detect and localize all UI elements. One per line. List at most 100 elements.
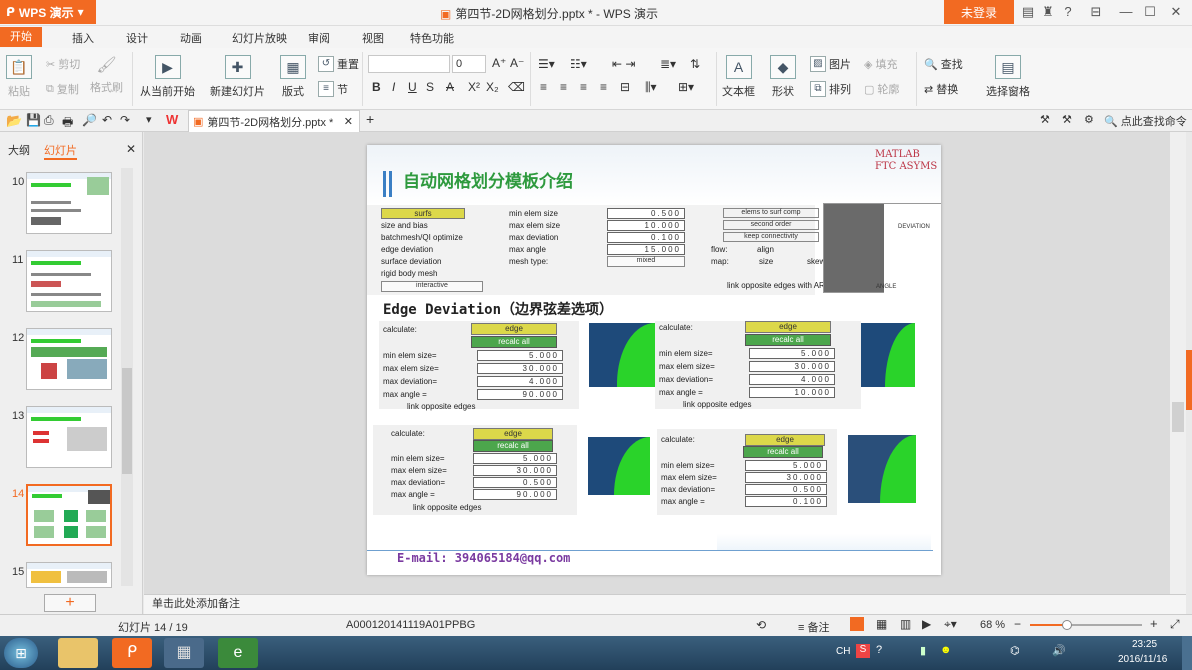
wps-menu-button[interactable]: ᑭ WPS 演示 ▾ bbox=[0, 0, 96, 24]
bold-icon[interactable]: B bbox=[372, 80, 381, 94]
notes-toggle[interactable]: ≡ 备注 bbox=[798, 619, 829, 635]
browser-icon[interactable]: e bbox=[218, 638, 258, 668]
close-icon[interactable]: ✕ bbox=[1168, 4, 1184, 20]
slide-thumbnail-14[interactable] bbox=[26, 484, 112, 546]
cut-button[interactable]: ✂ 剪切 bbox=[46, 56, 80, 72]
paste-button[interactable]: 📋 粘贴 bbox=[6, 55, 32, 99]
tab-slides[interactable]: 幻灯片 bbox=[44, 142, 77, 160]
scroll-thumb[interactable] bbox=[122, 368, 132, 474]
layout-button[interactable]: ▦ 版式 bbox=[280, 55, 306, 99]
close-panel-icon[interactable]: ✕ bbox=[126, 142, 136, 156]
maximize-icon[interactable]: ☐ bbox=[1142, 4, 1158, 20]
panel-scrollbar[interactable] bbox=[121, 168, 133, 586]
shrink-font-icon[interactable]: A⁻ bbox=[510, 56, 524, 70]
fit-window-icon[interactable]: ⤢ bbox=[1170, 617, 1180, 632]
textbox-button[interactable]: A 文本框 bbox=[722, 55, 755, 99]
reading-view-icon[interactable]: ▥ bbox=[900, 617, 911, 631]
sogou-icon[interactable]: S bbox=[856, 644, 870, 658]
hammer-icon[interactable]: ⚒ bbox=[1062, 113, 1072, 126]
tab-review[interactable]: 审阅 bbox=[308, 30, 330, 46]
save-icon[interactable]: 💾 bbox=[26, 113, 41, 127]
replace-button[interactable]: ⇄ 替换 bbox=[924, 81, 958, 97]
side-handle[interactable] bbox=[1186, 350, 1192, 410]
explorer-icon[interactable] bbox=[58, 638, 98, 668]
tool-icon[interactable]: ⚒ bbox=[1040, 113, 1050, 126]
tab-slideshow[interactable]: 幻灯片放映 bbox=[232, 30, 287, 46]
align-left-icon[interactable]: ≡ bbox=[540, 80, 547, 94]
superscript-icon[interactable]: X² bbox=[468, 80, 480, 94]
skin-icon[interactable]: ▤ bbox=[1020, 4, 1036, 20]
normal-view-icon[interactable] bbox=[850, 617, 864, 631]
command-search[interactable]: 🔍 点此查找命令 bbox=[1104, 113, 1187, 129]
redo-icon[interactable]: ↷ bbox=[120, 113, 130, 127]
zoom-out-icon[interactable]: − bbox=[1014, 617, 1021, 631]
input-language[interactable]: CH bbox=[836, 646, 850, 657]
align-text-icon[interactable]: ⊞▾ bbox=[678, 80, 694, 94]
arrange-button[interactable]: ⧉ 排列 bbox=[810, 81, 851, 97]
scroll-thumb[interactable] bbox=[1172, 402, 1184, 432]
from-current-button[interactable]: ▶ 从当前开始 bbox=[140, 55, 195, 99]
underline-icon[interactable]: U bbox=[408, 80, 417, 94]
slide-thumbnail-12[interactable] bbox=[26, 328, 112, 390]
picture-button[interactable]: ▨ 图片 bbox=[810, 56, 851, 72]
select-pane-button[interactable]: ▤ 选择窗格 bbox=[986, 55, 1030, 99]
customize-icon[interactable]: ▾ bbox=[146, 113, 152, 126]
add-slide-button[interactable]: + bbox=[44, 594, 96, 612]
wps-home-icon[interactable]: W bbox=[166, 112, 178, 127]
align-right-icon[interactable]: ≡ bbox=[580, 80, 587, 94]
tab-insert[interactable]: 插入 bbox=[72, 30, 94, 46]
format-painter-button[interactable]: 🖌 格式刷 bbox=[90, 55, 123, 95]
print-icon[interactable]: 🖶 bbox=[62, 113, 73, 134]
outline-button[interactable]: ▢ 轮廓 bbox=[864, 81, 899, 97]
grow-font-icon[interactable]: A⁺ bbox=[492, 56, 506, 70]
volume-icon[interactable]: 🔊 bbox=[1052, 644, 1066, 657]
current-slide[interactable]: 自动网格划分模板介绍 MATLAB FTC ASYMS surfs size a… bbox=[367, 145, 941, 575]
justify-icon[interactable]: ≡ bbox=[600, 80, 607, 94]
zoom-slider[interactable] bbox=[1030, 620, 1142, 630]
find-button[interactable]: 🔍 查找 bbox=[924, 56, 963, 72]
indent-icon[interactable]: ⇤ ⇥ bbox=[612, 57, 635, 71]
shirt-icon[interactable]: ♜ bbox=[1040, 4, 1056, 20]
location-icon[interactable]: ⌖▾ bbox=[944, 617, 957, 632]
fill-button[interactable]: ◈ 填充 bbox=[864, 56, 897, 72]
numbering-icon[interactable]: ☷▾ bbox=[570, 57, 587, 71]
slide-thumbnail-10[interactable] bbox=[26, 172, 112, 234]
tab-special[interactable]: 特色功能 bbox=[410, 30, 454, 46]
notes-area[interactable]: 单击此处添加备注 bbox=[144, 594, 1186, 614]
reset-button[interactable]: ↺ 重置 bbox=[318, 56, 359, 72]
clear-format-icon[interactable]: ⌫ bbox=[508, 80, 525, 94]
start-icon[interactable]: ⊞ bbox=[4, 638, 38, 668]
italic-icon[interactable]: I bbox=[392, 80, 395, 94]
print-preview-icon[interactable]: 🔎 bbox=[82, 113, 97, 127]
font-size-select[interactable]: 0 bbox=[452, 55, 486, 73]
sorter-view-icon[interactable]: ▦ bbox=[876, 617, 887, 631]
tab-home[interactable]: 开始 bbox=[0, 27, 42, 47]
zoom-thumb[interactable] bbox=[1062, 620, 1072, 630]
slide-thumbnail-15[interactable] bbox=[26, 562, 112, 588]
network-icon[interactable]: ⌬ bbox=[1010, 644, 1020, 657]
copy-button[interactable]: ⧉ 复制 bbox=[46, 81, 79, 97]
tab-view[interactable]: 视图 bbox=[362, 30, 384, 46]
bullets-icon[interactable]: ☰▾ bbox=[538, 57, 555, 71]
tab-animation[interactable]: 动画 bbox=[180, 30, 202, 46]
new-tab-icon[interactable]: + bbox=[366, 111, 374, 127]
zoom-in-icon[interactable]: + bbox=[1150, 616, 1158, 631]
wps-presentation-icon[interactable]: ᑭ bbox=[112, 638, 152, 668]
columns-icon[interactable]: ⫼▾ bbox=[645, 80, 657, 95]
align-center-icon[interactable]: ≡ bbox=[560, 80, 567, 94]
shape-button[interactable]: ◆ 形状 bbox=[770, 55, 796, 99]
close-tab-icon[interactable]: ✕ bbox=[344, 115, 353, 128]
canvas-scrollbar[interactable] bbox=[1170, 132, 1186, 594]
login-button[interactable]: 未登录 bbox=[944, 0, 1014, 24]
slideshow-icon[interactable]: ▶ bbox=[922, 617, 931, 631]
subscript-icon[interactable]: X₂ bbox=[486, 80, 499, 94]
slide-thumbnail-11[interactable] bbox=[26, 250, 112, 312]
undo-icon[interactable]: ↶ bbox=[102, 113, 112, 127]
strikethrough-icon[interactable]: A bbox=[446, 80, 454, 94]
tray-app-icon[interactable]: ☻ bbox=[940, 644, 952, 656]
section-button[interactable]: ≡ 节 bbox=[318, 81, 348, 97]
mesh-app-icon[interactable]: ▦ bbox=[164, 638, 204, 668]
open-icon[interactable]: 📂 bbox=[6, 113, 22, 129]
text-direction-icon[interactable]: ⇅ bbox=[690, 57, 700, 71]
line-spacing-icon[interactable]: ≣▾ bbox=[660, 57, 676, 71]
